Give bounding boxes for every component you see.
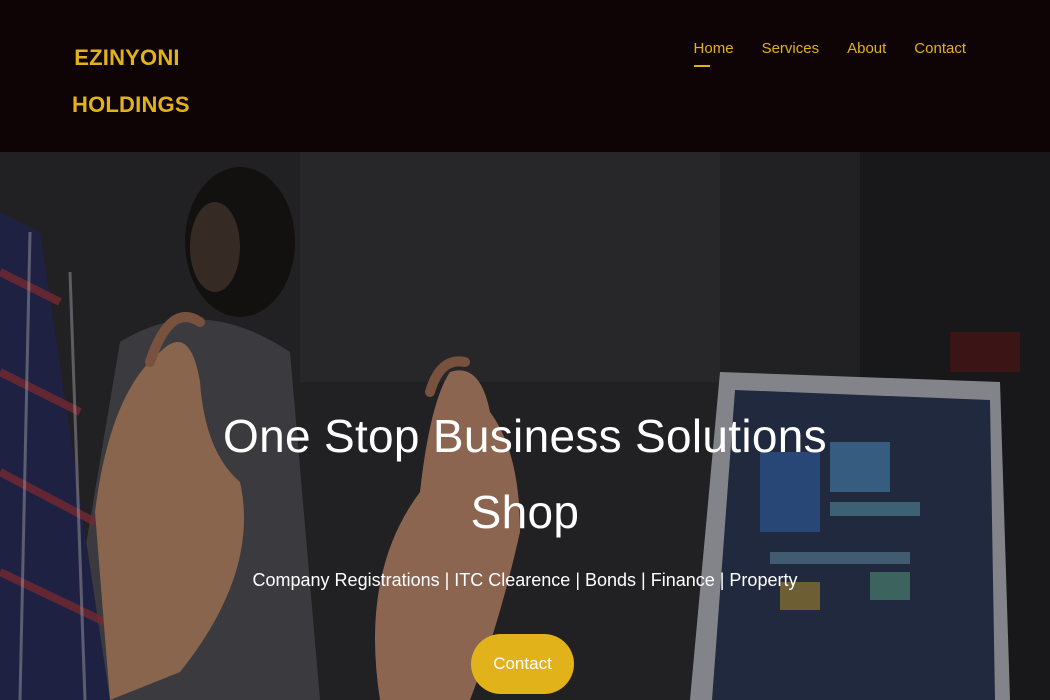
brand-line-1: EZINYONI (74, 45, 180, 70)
nav-home[interactable]: Home (693, 40, 734, 67)
hero-title-line-2: Shop (470, 486, 580, 538)
brand-line-2: HOLDINGS (72, 92, 190, 117)
hero-section: One Stop Business Solutions Shop Company… (0, 152, 1050, 700)
site-header: EZINYONI HOLDINGS Home Services About Co… (0, 0, 1050, 152)
main-nav: Home Services About Contact (693, 40, 966, 67)
brand-logo[interactable]: EZINYONI HOLDINGS (72, 34, 190, 128)
hero-title: One Stop Business Solutions Shop (200, 398, 850, 550)
nav-contact[interactable]: Contact (914, 40, 966, 67)
nav-services[interactable]: Services (762, 40, 820, 67)
hero-subtitle: Company Registrations | ITC Clearence | … (252, 570, 798, 590)
hero-title-line-1: One Stop Business Solutions (223, 410, 827, 462)
nav-about[interactable]: About (847, 40, 886, 67)
contact-button[interactable]: Contact (471, 634, 574, 694)
